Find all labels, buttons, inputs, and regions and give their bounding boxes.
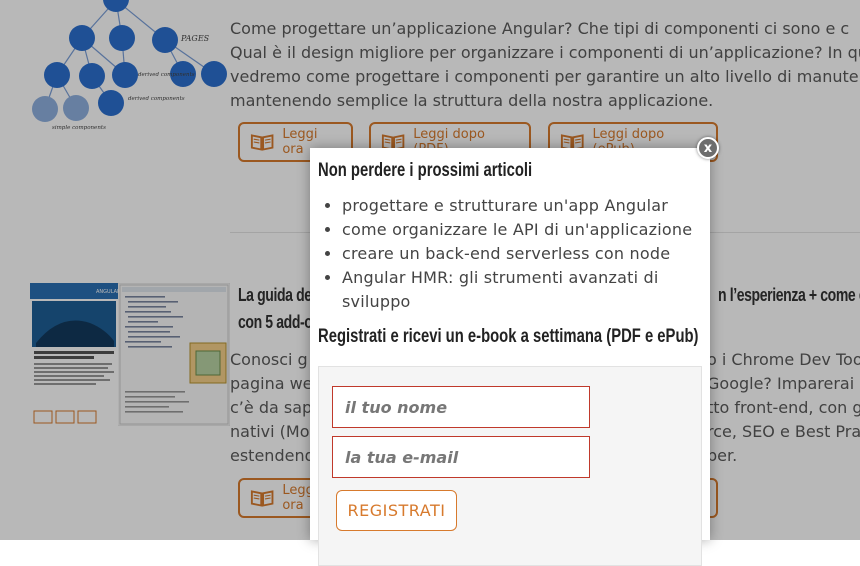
list-item: creare un back-end serverless con node — [342, 242, 702, 266]
list-item: progettare e strutturare un'app Angular — [342, 194, 702, 218]
popup-heading: Non perdere i prossimi articoli — [318, 160, 533, 181]
close-icon: x — [703, 140, 713, 156]
list-item: Angular HMR: gli strumenti avanzati di s… — [342, 266, 702, 314]
close-popup-button[interactable]: x — [697, 137, 719, 159]
email-field[interactable] — [332, 436, 590, 478]
list-item: come organizzare le API di un'applicazio… — [342, 218, 702, 242]
upcoming-articles-list: progettare e strutturare un'app Angular … — [310, 194, 702, 314]
name-field[interactable] — [332, 386, 590, 428]
signup-form: REGISTRATI — [318, 366, 702, 566]
popup-subheading: Registrati e ricevi un e-book a settiman… — [318, 326, 699, 347]
newsletter-popup: Non perdere i prossimi articoli progetta… — [310, 148, 710, 566]
register-button[interactable]: REGISTRATI — [336, 490, 457, 531]
